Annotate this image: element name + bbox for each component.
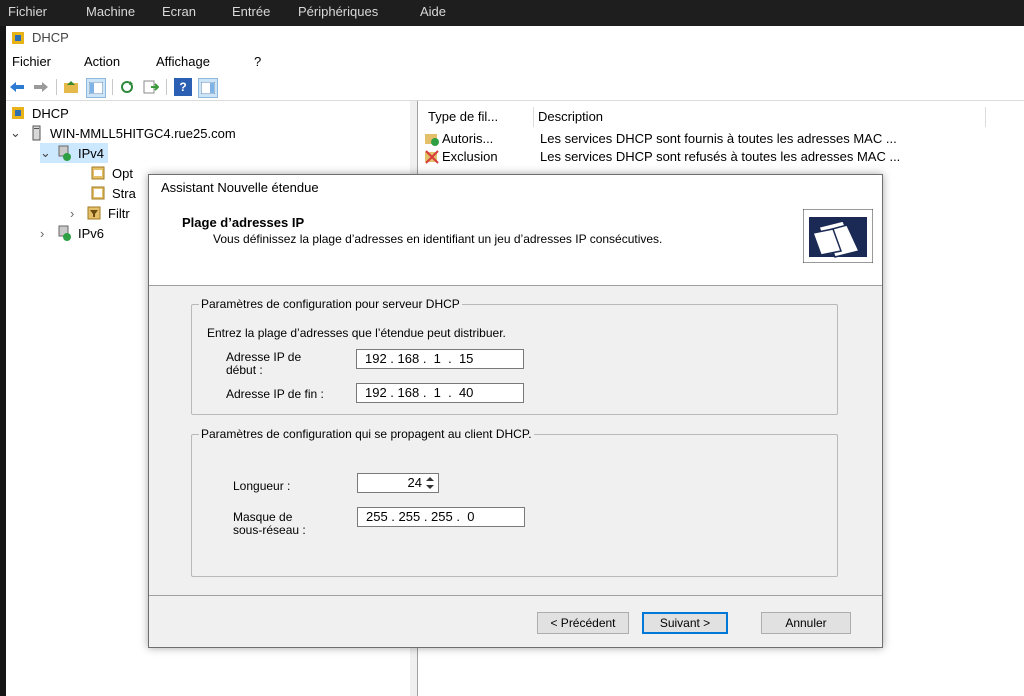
dhcp-app-icon — [12, 32, 24, 44]
start-ip-field[interactable]: 192 . 168 . 1 . 15 — [356, 349, 524, 369]
wizard-subheading: Vous définissez la plage d’adresses en i… — [213, 232, 663, 246]
tree-label: Opt — [112, 165, 133, 181]
ipv6-icon — [58, 225, 71, 241]
forward-icon[interactable] — [32, 78, 50, 96]
row-type: Autoris... — [442, 131, 494, 146]
wizard-heading: Plage d’adresses IP — [182, 215, 305, 230]
tree-label: Filtr — [108, 205, 130, 221]
toolbar-separator — [56, 79, 57, 95]
list-item[interactable]: Exclusion Les services DHCP sont refusés… — [424, 147, 1014, 167]
chevron-down-icon[interactable]: ⌄ — [10, 125, 28, 141]
range-intro-text: Entrez la plage d’adresses que l’étendue… — [207, 326, 506, 340]
column-header-description[interactable]: Description — [534, 107, 986, 127]
client-config-legend: Paramètres de configuration qui se propa… — [201, 427, 532, 441]
tree-label: DHCP — [32, 105, 69, 121]
options-icon — [91, 166, 105, 180]
menu-fichier[interactable]: Fichier — [12, 54, 51, 69]
subnet-mask-field[interactable]: 255 . 255 . 255 . 0 — [357, 507, 525, 527]
back-button[interactable]: < Précédent — [537, 612, 629, 634]
end-ip-field[interactable]: 192 . 168 . 1 . 40 — [356, 383, 524, 403]
length-label: Longueur : — [233, 479, 291, 493]
list-item[interactable]: Autoris... Les services DHCP sont fourni… — [424, 129, 1014, 149]
dhcp-icon — [12, 107, 24, 119]
folders-icon — [803, 209, 873, 263]
toolbar-separator — [166, 79, 167, 95]
server-config-legend: Paramètres de configuration pour serveur… — [201, 297, 460, 311]
vm-menubar: Fichier Machine Ecran Entrée Périphériqu… — [0, 0, 1024, 26]
next-button[interactable]: Suivant > — [642, 612, 728, 634]
menu-affichage[interactable]: Affichage — [156, 54, 210, 69]
up-folder-icon[interactable] — [62, 78, 80, 96]
vm-menu-machine[interactable]: Machine — [86, 4, 135, 19]
vm-menu-screen[interactable]: Ecran — [162, 4, 196, 19]
toolbar: ? — [6, 74, 1024, 101]
refresh-icon[interactable] — [118, 78, 136, 96]
tree-label: IPv4 — [78, 145, 105, 161]
vm-menu-input[interactable]: Entrée — [232, 4, 270, 19]
tree-item-options[interactable]: Opt — [90, 163, 133, 183]
tree-item-ipv6[interactable]: › IPv6 — [40, 223, 104, 243]
allow-icon — [425, 134, 439, 146]
server-icon — [32, 125, 41, 141]
toolbar-separator — [112, 79, 113, 95]
menu-help[interactable]: ? — [254, 54, 261, 69]
deny-icon — [425, 150, 439, 164]
tree-item-ipv4[interactable]: ⌄ IPv4 — [40, 143, 109, 163]
vm-menu-file[interactable]: Fichier — [8, 4, 47, 19]
row-description: Les services DHCP sont refusés à toutes … — [540, 149, 901, 164]
help-icon[interactable]: ? — [174, 78, 192, 96]
window-title: DHCP — [32, 30, 69, 45]
vm-menu-help[interactable]: Aide — [420, 4, 446, 19]
properties-icon[interactable] — [198, 78, 218, 98]
vm-menu-devices[interactable]: Périphériques — [298, 4, 378, 19]
menu-action[interactable]: Action — [84, 54, 120, 69]
cancel-button[interactable]: Annuler — [761, 612, 851, 634]
new-scope-wizard: Assistant Nouvelle étendue Plage d’adres… — [148, 174, 883, 648]
filter-icon — [87, 206, 101, 220]
tree-item-filters[interactable]: › Filtr — [70, 203, 130, 223]
wizard-titlebar[interactable]: Assistant Nouvelle étendue — [149, 175, 882, 201]
tree-item-dhcp[interactable]: DHCP — [10, 103, 69, 123]
row-type: Exclusion — [442, 149, 498, 164]
tree-label: Stra — [112, 185, 136, 201]
start-ip-label-2: début : — [226, 363, 263, 377]
chevron-down-icon[interactable]: ⌄ — [40, 145, 56, 161]
window-titlebar[interactable]: DHCP — [6, 26, 1024, 50]
spin-arrows-icon[interactable] — [423, 475, 437, 491]
end-ip-label: Adresse IP de fin : — [226, 387, 324, 401]
show-tree-icon[interactable] — [86, 78, 106, 98]
back-icon[interactable] — [8, 78, 26, 96]
row-description: Les services DHCP sont fournis à toutes … — [540, 131, 897, 146]
chevron-right-icon[interactable]: › — [40, 226, 56, 241]
wizard-separator — [149, 595, 882, 596]
tree-item-server[interactable]: ⌄ WIN-MMLL5HITGC4.rue25.com — [10, 123, 236, 143]
tree-label: IPv6 — [78, 225, 105, 241]
client-config-group: Paramètres de configuration qui se propa… — [191, 427, 838, 577]
column-header-type[interactable]: Type de fil... — [424, 107, 534, 127]
wizard-header: Plage d’adresses IP Vous définissez la p… — [149, 201, 882, 286]
policies-icon — [91, 186, 105, 200]
menubar: Fichier Action Affichage ? — [6, 50, 1024, 74]
tree-item-strategies[interactable]: Stra — [90, 183, 136, 203]
ipv4-icon — [58, 145, 71, 161]
chevron-right-icon[interactable]: › — [70, 206, 86, 221]
mask-label-2: sous-réseau : — [233, 523, 306, 537]
export-icon[interactable] — [142, 78, 160, 96]
tree-label: WIN-MMLL5HITGC4.rue25.com — [50, 125, 236, 141]
